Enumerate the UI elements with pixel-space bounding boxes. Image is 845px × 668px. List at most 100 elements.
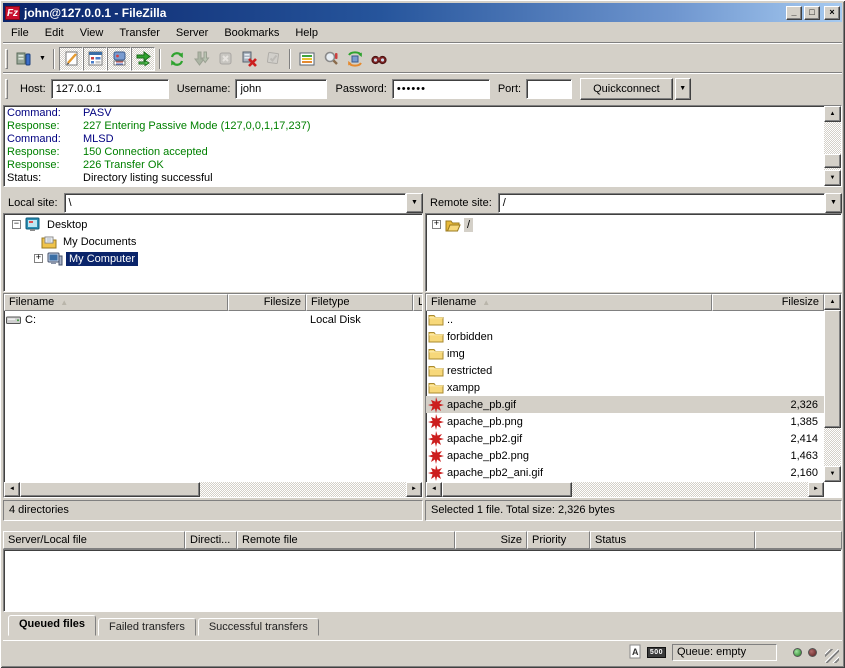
log-scrollbar[interactable]: ▲ ▼ — [824, 106, 841, 186]
column-priority[interactable]: Priority — [527, 531, 590, 549]
file-row[interactable]: apache_pb2_ani.gif2,160 — [426, 464, 824, 481]
transfer-type-icon[interactable]: A — [626, 644, 644, 660]
local-site-dropdown-icon[interactable]: ▼ — [406, 193, 423, 213]
toggle-remote-tree-icon[interactable] — [107, 47, 131, 71]
username-input[interactable]: john — [235, 79, 327, 99]
tab-queued-files[interactable]: Queued files — [8, 615, 96, 636]
toolbar-grip[interactable] — [5, 49, 8, 69]
local-file-list[interactable]: Filename▲ Filesize Filetype L C: Local D… — [3, 293, 423, 498]
minimize-button[interactable]: _ — [786, 6, 802, 20]
expand-icon[interactable]: + — [432, 220, 441, 229]
column-filesize[interactable]: Filesize — [712, 294, 824, 311]
scroll-left-icon[interactable]: ◄ — [4, 482, 20, 497]
resize-grip[interactable] — [825, 649, 839, 663]
column-truncated[interactable]: L — [413, 294, 423, 311]
tree-item-my-computer[interactable]: + My Computer — [4, 250, 422, 267]
scroll-right-icon[interactable]: ► — [808, 482, 824, 497]
reconnect-icon[interactable] — [261, 47, 285, 71]
folder-row[interactable]: forbidden — [426, 328, 841, 345]
remote-site-combo[interactable]: / ▼ — [498, 193, 842, 213]
host-input[interactable]: 127.0.0.1 — [51, 79, 169, 99]
quickconnect-grip[interactable] — [5, 79, 8, 99]
scrollbar-thumb[interactable] — [20, 482, 200, 497]
tree-item-desktop[interactable]: − Desktop — [4, 216, 422, 233]
scroll-left-icon[interactable]: ◄ — [426, 482, 442, 497]
folder-row[interactable]: restricted — [426, 362, 841, 379]
column-size[interactable]: Size — [455, 531, 527, 549]
scroll-up-icon[interactable]: ▲ — [824, 294, 841, 310]
scroll-down-icon[interactable]: ▼ — [824, 170, 841, 186]
scroll-up-icon[interactable]: ▲ — [824, 106, 841, 122]
remote-vertical-scrollbar[interactable]: ▲ ▼ — [824, 294, 841, 482]
file-row[interactable]: apache_pb2.png1,463 — [426, 447, 824, 464]
remote-site-dropdown-icon[interactable]: ▼ — [825, 193, 842, 213]
remote-site-value[interactable]: / — [498, 193, 825, 213]
remote-tree[interactable]: + / — [425, 213, 842, 292]
scroll-down-icon[interactable]: ▼ — [824, 466, 841, 482]
local-tree[interactable]: − Desktop My Documents + My Computer — [3, 213, 423, 292]
expand-icon[interactable]: + — [34, 254, 43, 263]
quickconnect-dropdown-icon[interactable]: ▼ — [675, 78, 691, 100]
folder-row[interactable]: xampp — [426, 379, 841, 396]
folder-row[interactable]: .. — [426, 311, 841, 328]
scrollbar-thumb[interactable] — [824, 310, 841, 428]
menu-file[interactable]: File — [3, 25, 37, 41]
directory-comparison-icon[interactable] — [319, 47, 343, 71]
column-filename[interactable]: Filename▲ — [426, 294, 712, 311]
disconnect-icon[interactable] — [237, 47, 261, 71]
local-site-combo[interactable]: \ ▼ — [64, 193, 423, 213]
tree-item-root[interactable]: + / — [426, 216, 841, 233]
column-filesize[interactable]: Filesize — [228, 294, 306, 311]
column-status[interactable]: Status — [590, 531, 755, 549]
synchronized-browsing-icon[interactable] — [343, 47, 367, 71]
menu-bookmarks[interactable]: Bookmarks — [216, 25, 287, 41]
site-manager-dropdown-icon[interactable]: ▼ — [36, 47, 49, 71]
file-row[interactable]: apache_pb2.gif2,414 — [426, 430, 824, 447]
toggle-message-log-icon[interactable] — [59, 47, 83, 71]
menu-server[interactable]: Server — [168, 25, 216, 41]
column-filetype[interactable]: Filetype — [306, 294, 413, 311]
tab-successful-transfers[interactable]: Successful transfers — [198, 618, 319, 636]
tree-label-selected[interactable]: / — [464, 218, 473, 232]
site-manager-icon[interactable] — [12, 47, 36, 71]
column-direction[interactable]: Directi... — [185, 531, 237, 549]
local-site-value[interactable]: \ — [64, 193, 406, 213]
tree-label-selected[interactable]: My Computer — [66, 252, 138, 266]
file-row-c-drive[interactable]: C: Local Disk — [4, 311, 422, 328]
quickconnect-button[interactable]: Quickconnect — [580, 78, 673, 100]
scroll-right-icon[interactable]: ► — [406, 482, 422, 497]
scrollbar-thumb[interactable] — [442, 482, 572, 497]
password-input[interactable]: •••••• — [392, 79, 490, 99]
menu-edit[interactable]: Edit — [37, 25, 72, 41]
find-files-icon[interactable] — [367, 47, 391, 71]
column-filename[interactable]: Filename▲ — [4, 294, 228, 311]
menu-help[interactable]: Help — [287, 25, 326, 41]
queue-body[interactable] — [3, 549, 842, 612]
tree-label[interactable]: Desktop — [44, 218, 90, 232]
scrollbar-thumb[interactable] — [824, 154, 841, 168]
close-button[interactable]: × — [824, 6, 840, 20]
tree-item-my-documents[interactable]: My Documents — [4, 233, 422, 250]
file-row-selected[interactable]: apache_pb.gif2,326 — [426, 396, 824, 413]
column-server-local-file[interactable]: Server/Local file — [3, 531, 185, 549]
speed-limit-icon[interactable]: 500 — [647, 647, 666, 658]
maximize-button[interactable]: □ — [804, 6, 820, 20]
refresh-icon[interactable] — [165, 47, 189, 71]
cancel-operation-icon[interactable] — [213, 47, 237, 71]
process-queue-icon[interactable] — [189, 47, 213, 71]
directory-listing-filters-icon[interactable] — [295, 47, 319, 71]
collapse-icon[interactable]: − — [12, 220, 21, 229]
toggle-local-tree-icon[interactable] — [83, 47, 107, 71]
toggle-transfer-queue-icon[interactable] — [131, 47, 155, 71]
folder-row[interactable]: img — [426, 345, 841, 362]
local-horizontal-scrollbar[interactable]: ◄ ► — [4, 482, 422, 497]
remote-horizontal-scrollbar[interactable]: ◄ ► — [426, 482, 824, 497]
tree-label[interactable]: My Documents — [60, 235, 139, 249]
message-log[interactable]: Command:PASV Response:227 Entering Passi… — [3, 105, 842, 187]
port-input[interactable] — [526, 79, 572, 99]
title-bar[interactable]: Fz john@127.0.0.1 - FileZilla _ □ × — [3, 3, 842, 22]
column-remote-file[interactable]: Remote file — [237, 531, 455, 549]
menu-view[interactable]: View — [72, 25, 112, 41]
file-row[interactable]: apache_pb.png1,385 — [426, 413, 824, 430]
remote-file-list[interactable]: Filename▲ Filesize .. forbidden img rest… — [425, 293, 842, 498]
